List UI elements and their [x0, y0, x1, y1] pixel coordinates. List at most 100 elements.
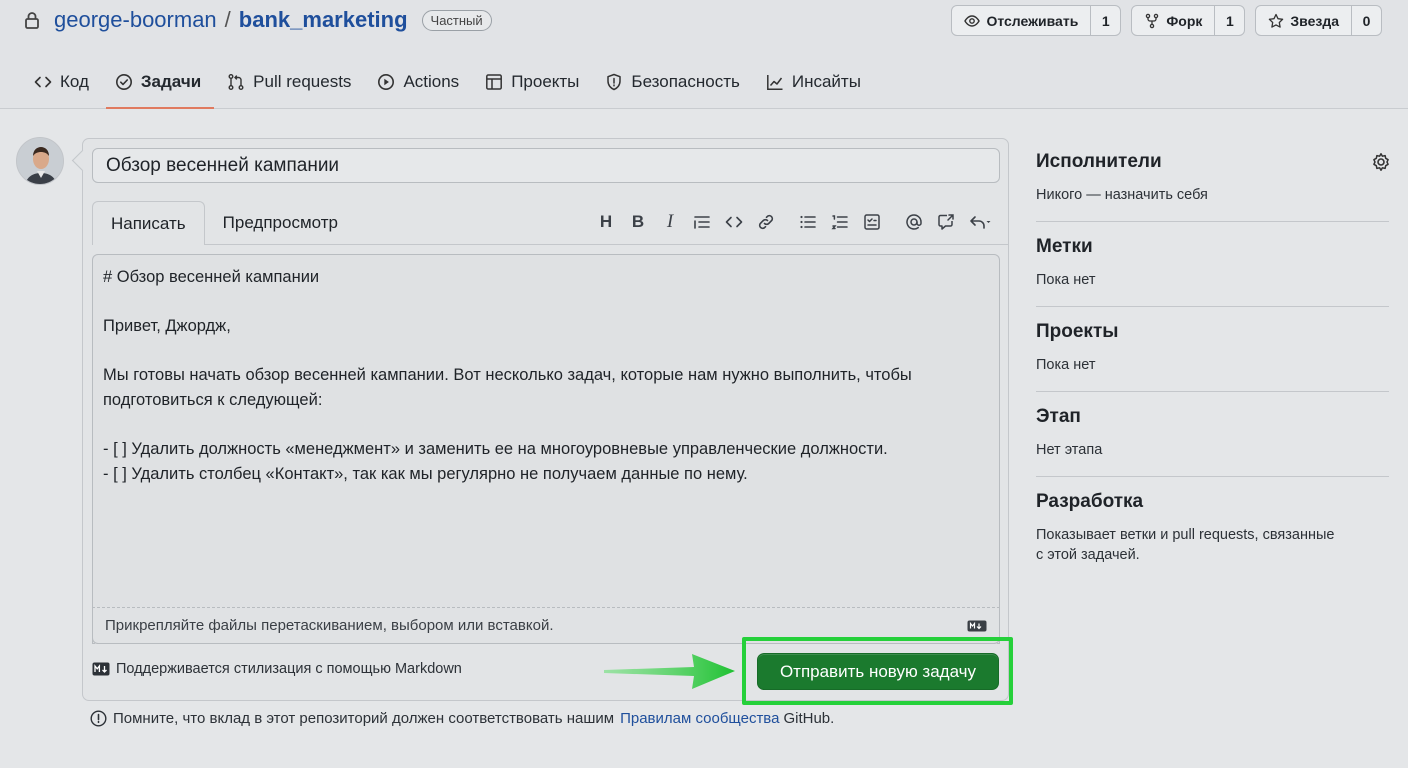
notice-text: Помните, что вклад в этот репозиторий до… — [113, 710, 615, 727]
star-button-group: Звезда 0 — [1255, 5, 1382, 36]
fork-label: Форк — [1166, 12, 1203, 29]
watch-button[interactable]: Отслеживать — [952, 6, 1090, 35]
quote-icon — [694, 216, 710, 229]
tab-pull-requests[interactable]: Pull requests — [214, 62, 364, 102]
lock-icon — [25, 12, 39, 29]
graph-icon — [766, 75, 783, 90]
link-icon — [758, 214, 774, 230]
projects-value: Пока нет — [1036, 357, 1096, 373]
editor-tabs: Написать Предпросмотр — [92, 201, 356, 245]
sidebar-projects[interactable]: Проекты Пока нет — [1036, 307, 1389, 392]
repo-actions: Отслеживать 1 Форк 1 Звезда 0 — [951, 5, 1382, 36]
reference-button[interactable] — [930, 209, 962, 235]
sidebar-development[interactable]: Разработка Показывает ветки и pull reque… — [1036, 477, 1389, 581]
sidebar-labels[interactable]: Метки Пока нет — [1036, 222, 1389, 307]
issue-body-text: # Обзор весенней кампании Привет, Джордж… — [103, 268, 912, 483]
issue-icon — [115, 74, 132, 90]
sidebar-milestone[interactable]: Этап Нет этапа — [1036, 392, 1389, 477]
tab-code-label: Код — [60, 72, 89, 91]
tab-pull-requests-label: Pull requests — [253, 72, 352, 91]
markdown-note-text: Поддерживается стилизация с помощью Mark… — [116, 661, 462, 677]
tab-actions[interactable]: Actions — [364, 62, 472, 102]
markdown-note: Поддерживается стилизация с помощью Mark… — [92, 661, 462, 677]
labels-title: Метки — [1036, 236, 1093, 257]
watch-button-group: Отслеживать 1 — [951, 5, 1122, 36]
link-button[interactable] — [750, 209, 782, 235]
assignees-value[interactable]: Никого — назначить себя — [1036, 185, 1389, 205]
task-list-icon — [864, 214, 880, 230]
development-title: Разработка — [1036, 491, 1144, 512]
tab-insights[interactable]: Инсайты — [753, 62, 874, 102]
cross-reference-icon — [938, 214, 954, 230]
italic-button[interactable]: I — [654, 209, 686, 235]
labels-value: Пока нет — [1036, 272, 1096, 288]
star-count[interactable]: 0 — [1351, 6, 1381, 35]
star-label: Звезда — [1290, 12, 1339, 29]
tab-preview[interactable]: Предпросмотр — [205, 201, 356, 245]
reply-icon — [970, 216, 991, 229]
fork-icon — [1146, 13, 1159, 28]
repo-header: george-boorman / bank_marketing Частный … — [0, 0, 1408, 109]
tab-code[interactable]: Код — [34, 62, 102, 102]
user-avatar-icon — [17, 138, 63, 184]
issue-sidebar: Исполнители Никого — назначить себя Метк… — [1036, 138, 1389, 581]
tab-projects-label: Проекты — [511, 72, 580, 91]
fork-button-group: Форк 1 — [1131, 5, 1246, 36]
development-value: Показывает ветки и pull requests, связан… — [1036, 527, 1335, 563]
repo-title: george-boorman / bank_marketing Частный — [22, 6, 492, 34]
milestone-value: Нет этапа — [1036, 442, 1103, 458]
heading-button[interactable]: H — [590, 209, 622, 235]
issue-body-textarea[interactable]: # Обзор весенней кампании Привет, Джордж… — [92, 254, 1000, 644]
issue-title-input[interactable] — [92, 148, 1000, 183]
numbered-list-icon — [831, 215, 848, 230]
quote-button[interactable] — [686, 209, 718, 235]
sidebar-assignees[interactable]: Исполнители Никого — назначить себя — [1036, 138, 1389, 222]
star-icon — [1269, 13, 1284, 28]
tab-security-label: Безопасность — [631, 72, 740, 91]
bulleted-list-button[interactable] — [792, 209, 824, 235]
repo-name-link[interactable]: bank_marketing — [239, 7, 408, 33]
bold-button[interactable]: B — [622, 209, 654, 235]
avatar[interactable] — [16, 137, 64, 185]
community-guidelines-link[interactable]: Правилам сообщества — [620, 710, 779, 727]
gear-icon[interactable] — [1371, 152, 1391, 172]
saved-replies-button[interactable] — [962, 209, 998, 235]
task-list-button[interactable] — [856, 209, 888, 235]
contribution-notice: Помните, что вклад в этот репозиторий до… — [90, 710, 834, 727]
tab-insights-label: Инсайты — [791, 72, 861, 91]
milestone-title: Этап — [1036, 406, 1081, 427]
info-icon — [90, 710, 107, 727]
tab-issues-label: Задачи — [140, 72, 202, 91]
watch-count[interactable]: 1 — [1090, 6, 1120, 35]
pointer-arrow-icon — [604, 654, 735, 689]
play-icon — [378, 74, 395, 90]
code-icon — [725, 216, 743, 228]
tab-actions-label: Actions — [403, 72, 460, 91]
eye-icon — [964, 14, 981, 27]
submit-new-issue-button[interactable]: Отправить новую задачу — [757, 653, 999, 690]
assignees-title: Исполнители — [1036, 151, 1162, 172]
markdown-icon — [92, 662, 110, 676]
repo-owner-link[interactable]: george-boorman — [54, 7, 217, 33]
numbered-list-button[interactable] — [824, 209, 856, 235]
notice-suffix: GitHub. — [783, 710, 835, 727]
mention-icon — [906, 214, 922, 230]
tab-write[interactable]: Написать — [92, 201, 205, 245]
tab-issues[interactable]: Задачи — [102, 62, 215, 109]
fork-button[interactable]: Форк — [1132, 6, 1214, 35]
shield-icon — [607, 73, 622, 91]
new-issue-form: Написать Предпросмотр H B I — [82, 138, 1009, 701]
star-button[interactable]: Звезда — [1256, 6, 1351, 35]
attach-hint: Прикрепляйте файлы перетаскиванием, выбо… — [105, 617, 554, 634]
markdown-toolbar: H B I — [590, 209, 998, 235]
table-icon — [486, 74, 503, 90]
mention-button[interactable] — [898, 209, 930, 235]
bulleted-list-icon — [800, 215, 816, 229]
tab-divider — [205, 244, 1008, 245]
markdown-badge-icon — [967, 620, 987, 631]
tab-security[interactable]: Безопасность — [592, 62, 752, 102]
tab-projects[interactable]: Проекты — [472, 62, 592, 102]
repo-nav: Код Задачи Pull requests Actions Проекты… — [34, 62, 874, 109]
fork-count[interactable]: 1 — [1214, 6, 1244, 35]
code-button[interactable] — [718, 209, 750, 235]
